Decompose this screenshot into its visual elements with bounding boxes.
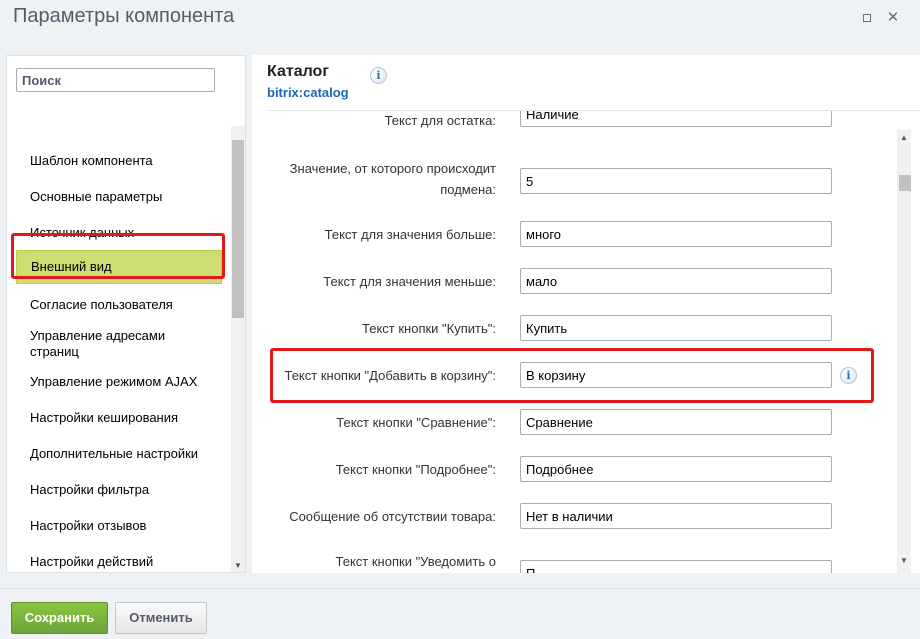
dialog-titlebar: Параметры компонента ✕ bbox=[0, 0, 920, 41]
component-name: Каталог bbox=[267, 63, 329, 80]
input-stock-text[interactable] bbox=[520, 111, 832, 127]
label-not-available: Сообщение об отсутствии товара: bbox=[289, 509, 496, 524]
dialog-content: Шаблон компонента Основные параметры Ист… bbox=[0, 41, 920, 588]
nav-item-caching[interactable]: Настройки кеширования bbox=[16, 410, 222, 426]
nav-item-reviews[interactable]: Настройки отзывов bbox=[16, 518, 222, 534]
minimize-icon[interactable] bbox=[855, 8, 879, 28]
label-stock-text: Текст для остатка: bbox=[384, 113, 496, 128]
input-buy-button[interactable] bbox=[520, 315, 832, 341]
input-less-text[interactable] bbox=[520, 268, 832, 294]
label-buy-button: Текст кнопки "Купить": bbox=[362, 321, 496, 336]
dialog-footer: Сохранить Отменить bbox=[0, 588, 920, 639]
settings-nav-panel: Шаблон компонента Основные параметры Ист… bbox=[6, 55, 246, 573]
dialog-title: Параметры компонента bbox=[13, 5, 235, 27]
cancel-button[interactable]: Отменить bbox=[115, 602, 207, 634]
settings-form: Текст для остатка: Значение, от которого… bbox=[252, 111, 920, 573]
input-compare-button[interactable] bbox=[520, 409, 832, 435]
save-button[interactable]: Сохранить bbox=[11, 602, 108, 634]
input-threshold[interactable] bbox=[520, 168, 832, 194]
input-notify-button[interactable] bbox=[520, 560, 832, 573]
search-input[interactable] bbox=[16, 68, 215, 92]
form-scrollbar-thumb[interactable] bbox=[899, 175, 911, 191]
settings-form-panel: Каталог bitrix:catalog i Текст для остат… bbox=[252, 55, 920, 573]
nav-item-actions[interactable]: Настройки действий bbox=[16, 554, 222, 570]
input-more-text[interactable] bbox=[520, 221, 832, 247]
input-not-available[interactable] bbox=[520, 503, 832, 529]
nav-scroll-down-icon[interactable]: ▼ bbox=[231, 561, 245, 570]
nav-item-user-consent[interactable]: Согласие пользователя bbox=[16, 297, 222, 313]
nav-item-additional[interactable]: Дополнительные настройки bbox=[16, 446, 222, 462]
close-icon[interactable]: ✕ bbox=[881, 8, 905, 28]
component-code: bitrix:catalog bbox=[267, 85, 349, 100]
nav-item-ajax[interactable]: Управление режимом AJAX bbox=[16, 374, 222, 390]
highlight-box-add-to-basket bbox=[270, 348, 874, 403]
nav-item-filter[interactable]: Настройки фильтра bbox=[16, 482, 222, 498]
component-info-icon[interactable]: i bbox=[370, 67, 387, 84]
label-compare-button: Текст кнопки "Сравнение": bbox=[336, 415, 496, 430]
nav-item-basic[interactable]: Основные параметры bbox=[16, 189, 222, 205]
label-detail-button: Текст кнопки "Подробнее": bbox=[335, 462, 496, 477]
input-detail-button[interactable] bbox=[520, 456, 832, 482]
label-threshold: Значение, от которого происходит подмена… bbox=[289, 161, 496, 197]
form-scroll-down-icon[interactable]: ▼ bbox=[897, 556, 911, 565]
form-scroll-up-icon[interactable]: ▲ bbox=[897, 133, 911, 142]
nav-item-url-management[interactable]: Управление адресами страниц bbox=[16, 328, 222, 360]
form-scrollbar[interactable] bbox=[897, 130, 911, 573]
highlight-box-appearance bbox=[11, 233, 225, 279]
nav-scrollbar-thumb[interactable] bbox=[232, 140, 244, 318]
label-less-text: Текст для значения меньше: bbox=[323, 274, 496, 289]
nav-item-template[interactable]: Шаблон компонента bbox=[16, 153, 222, 169]
label-more-text: Текст для значения больше: bbox=[324, 227, 496, 242]
label-notify-button: Текст кнопки "Уведомить о bbox=[335, 554, 496, 569]
